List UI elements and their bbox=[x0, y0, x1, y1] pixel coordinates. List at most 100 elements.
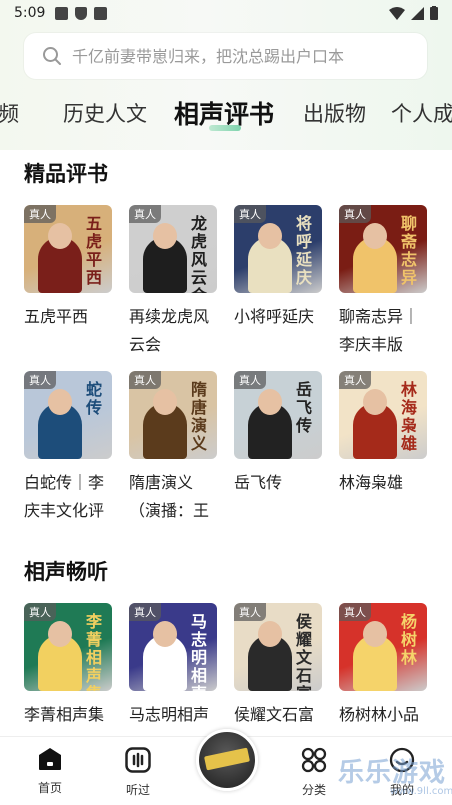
nav-home[interactable]: 首页 bbox=[20, 747, 80, 796]
cover-title-art: 林海枭雄 bbox=[400, 380, 417, 453]
album-card[interactable]: 马志明相声 真人马志明相声集 bbox=[129, 603, 217, 734]
search-bar[interactable] bbox=[24, 33, 427, 79]
album-title: 小将呼延庆 bbox=[234, 307, 315, 326]
nav-listened-label: 听过 bbox=[125, 783, 150, 797]
nav-home-label: 首页 bbox=[37, 781, 62, 795]
notification-icon bbox=[94, 6, 108, 20]
tab-video[interactable]: 频 bbox=[0, 98, 19, 128]
album-cover: 龙虎风云会 真人 bbox=[129, 205, 217, 293]
album-card[interactable]: 隋唐演义 真人隋唐演义（演播：王 bbox=[129, 371, 217, 525]
cover-title-art: 五虎平西 bbox=[85, 214, 102, 287]
album-cover: 侯耀文石富宽 真人 bbox=[234, 603, 322, 691]
watermark-logo: 乐乐游戏 bbox=[338, 758, 447, 788]
active-tab-indicator bbox=[209, 125, 241, 131]
performer-portrait bbox=[363, 389, 387, 415]
album-card[interactable]: 将呼延庆 真人小将呼延庆 bbox=[234, 205, 322, 359]
album-title: 岳飞传 bbox=[234, 473, 283, 492]
real-voice-badge: 真人 bbox=[129, 371, 161, 389]
cover-title-art: 岳飞传 bbox=[295, 380, 312, 435]
tab-history[interactable]: 历史人文 bbox=[63, 98, 147, 128]
album-card[interactable]: 聊斋志异 真人聊斋志异｜李庆丰版 bbox=[339, 205, 427, 359]
cover-title-art: 李菁相声集 bbox=[85, 612, 102, 692]
home-icon bbox=[39, 748, 61, 770]
status-time: 5:09 bbox=[14, 5, 46, 21]
album-card[interactable]: 五虎平西 真人五虎平西 bbox=[24, 205, 112, 359]
album-cover: 隋唐演义 真人 bbox=[129, 371, 217, 459]
nav-listened[interactable]: 听过 bbox=[108, 747, 168, 798]
tab-publications[interactable]: 出版物 bbox=[303, 98, 366, 128]
album-card[interactable]: 林海枭雄 真人林海枭雄 bbox=[339, 371, 427, 525]
cover-title-art: 杨树林 bbox=[400, 612, 417, 667]
performer-portrait bbox=[153, 389, 177, 415]
performer-portrait bbox=[258, 223, 282, 249]
album-cover: 将呼延庆 真人 bbox=[234, 205, 322, 293]
nav-category-label: 分类 bbox=[301, 783, 326, 797]
status-bar: 5:09 bbox=[0, 0, 452, 26]
album-card[interactable]: 龙虎风云会 真人再续龙虎风云会 bbox=[129, 205, 217, 359]
watermark-url: www.9ll.com bbox=[390, 786, 452, 797]
album-cover: 岳飞传 真人 bbox=[234, 371, 322, 459]
real-voice-badge: 真人 bbox=[129, 205, 161, 223]
album-title: 再续龙虎风云会 bbox=[129, 307, 210, 354]
album-title: 聊斋志异｜李庆丰版 bbox=[339, 307, 420, 354]
section-title: 精品评书 bbox=[24, 162, 108, 186]
notification-icon bbox=[55, 6, 69, 20]
album-title: 白蛇传｜李庆丰文化评 bbox=[24, 473, 105, 520]
album-title: 马志明相声集 bbox=[129, 705, 210, 734]
cover-title-art: 将呼延庆 bbox=[295, 214, 312, 287]
album-title: 侯耀文石富宽相声精选 bbox=[234, 705, 315, 734]
search-icon bbox=[43, 47, 61, 65]
album-card[interactable]: 侯耀文石富宽 真人侯耀文石富宽相声精选 bbox=[234, 603, 322, 734]
album-card[interactable]: 李菁相声集 真人李菁相声集 bbox=[24, 603, 112, 734]
album-cover: 林海枭雄 真人 bbox=[339, 371, 427, 459]
signal-icon bbox=[411, 6, 424, 20]
wifi-icon bbox=[389, 6, 405, 20]
real-voice-badge: 真人 bbox=[234, 371, 266, 389]
search-input[interactable] bbox=[72, 46, 412, 66]
cover-title-art: 隋唐演义 bbox=[190, 380, 207, 453]
real-voice-badge: 真人 bbox=[24, 371, 56, 389]
album-art bbox=[204, 747, 250, 771]
cover-title-art: 侯耀文石富宽 bbox=[295, 612, 312, 692]
nav-category[interactable]: 分类 bbox=[284, 747, 344, 798]
album-card[interactable]: 岳飞传 真人岳飞传 bbox=[234, 371, 322, 525]
now-playing-button[interactable] bbox=[196, 729, 258, 791]
cover-title-art: 龙虎风云会 bbox=[190, 214, 207, 294]
album-card[interactable]: 杨树林 真人杨树林小品集 bbox=[339, 603, 427, 734]
real-voice-badge: 真人 bbox=[24, 603, 56, 621]
album-title: 李菁相声集 bbox=[24, 705, 105, 724]
history-icon bbox=[125, 747, 151, 773]
album-card[interactable]: 蛇传 真人白蛇传｜李庆丰文化评 bbox=[24, 371, 112, 525]
album-cover: 蛇传 真人 bbox=[24, 371, 112, 459]
section-title: 相声畅听 bbox=[24, 560, 108, 584]
tab-personal[interactable]: 个人成 bbox=[391, 98, 452, 128]
performer-portrait bbox=[48, 621, 72, 647]
album-title: 林海枭雄 bbox=[339, 473, 404, 492]
real-voice-badge: 真人 bbox=[339, 603, 371, 621]
category-tabs: 频 历史人文 相声评书 出版物 个人成 bbox=[0, 92, 452, 138]
grid-icon bbox=[301, 747, 327, 773]
real-voice-badge: 真人 bbox=[234, 205, 266, 223]
real-voice-badge: 真人 bbox=[24, 205, 56, 223]
album-title: 五虎平西 bbox=[24, 307, 89, 326]
cover-title-art: 蛇传 bbox=[85, 380, 102, 417]
real-voice-badge: 真人 bbox=[234, 603, 266, 621]
cover-title-art: 马志明相声 bbox=[190, 612, 207, 692]
main-content: 精品评书 相声畅听 五虎平西真人五虎平西龙虎风云会真人再续龙虎风云会将呼延庆真人… bbox=[0, 150, 452, 734]
album-title: 杨树林小品集 bbox=[339, 705, 420, 734]
performer-portrait bbox=[48, 223, 72, 249]
album-title: 隋唐演义（演播：王 bbox=[129, 473, 210, 520]
real-voice-badge: 真人 bbox=[339, 371, 371, 389]
performer-portrait bbox=[153, 223, 177, 249]
real-voice-badge: 真人 bbox=[339, 205, 371, 223]
real-voice-badge: 真人 bbox=[129, 603, 161, 621]
performer-portrait bbox=[363, 621, 387, 647]
shield-icon bbox=[75, 6, 88, 20]
album-cover: 聊斋志异 真人 bbox=[339, 205, 427, 293]
album-cover: 马志明相声 真人 bbox=[129, 603, 217, 691]
performer-portrait bbox=[258, 389, 282, 415]
battery-icon bbox=[430, 6, 438, 20]
performer-portrait bbox=[363, 223, 387, 249]
album-cover: 五虎平西 真人 bbox=[24, 205, 112, 293]
cover-title-art: 聊斋志异 bbox=[400, 214, 417, 287]
